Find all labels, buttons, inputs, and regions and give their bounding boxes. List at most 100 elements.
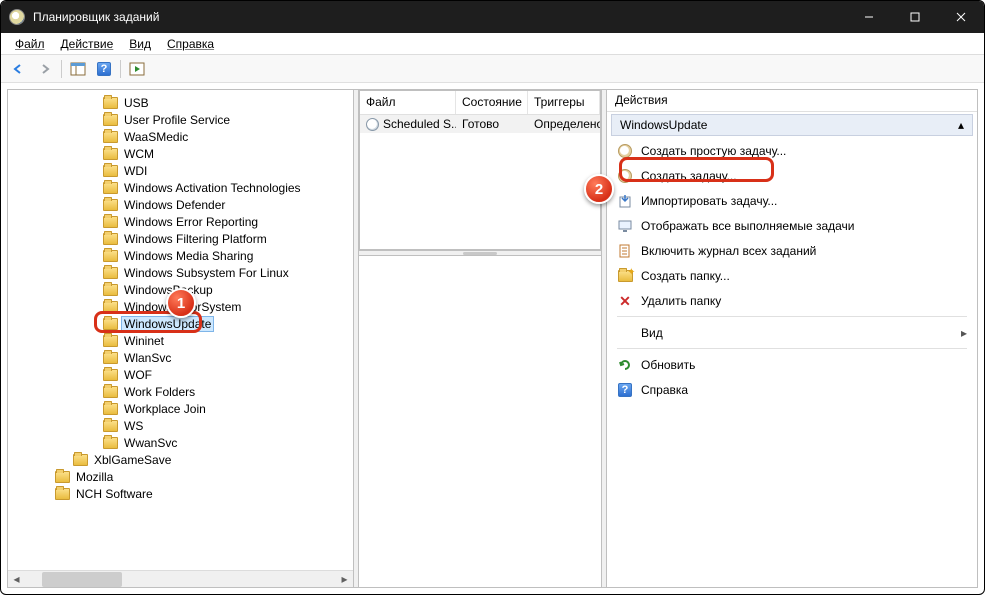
task-grid-body[interactable]: Scheduled S... Готово Определено	[360, 115, 600, 249]
tree-item[interactable]: Windows Activation Technologies	[103, 179, 353, 196]
action-label: Справка	[641, 383, 688, 397]
tree-item[interactable]: WS	[103, 417, 353, 434]
tree-scroll[interactable]: USBUser Profile ServiceWaaSMedicWCMWDI Wi…	[8, 90, 353, 570]
window-controls	[846, 1, 984, 33]
task-name: Scheduled S...	[383, 117, 456, 131]
tree-item-label: WindowsBackup	[122, 283, 215, 297]
folder-icon	[103, 233, 118, 245]
action-enable-log[interactable]: Включить журнал всех заданий	[611, 238, 973, 263]
tree-item-label: XblGameSave	[92, 453, 173, 467]
tree-item[interactable]: Windows Defender	[103, 196, 353, 213]
tree-item-label: Wininet	[122, 334, 166, 348]
tree-item[interactable]: NCH Software	[55, 485, 353, 502]
back-button[interactable]	[7, 58, 31, 80]
minimize-button[interactable]	[846, 1, 892, 33]
tree-item[interactable]: Windows Subsystem For Linux	[103, 264, 353, 281]
tree-item[interactable]: Mozilla	[55, 468, 353, 485]
folder-icon	[73, 454, 88, 466]
actions-context-bar[interactable]: WindowsUpdate ▴	[611, 114, 973, 136]
display-icon	[617, 218, 633, 234]
splitter-horizontal[interactable]	[359, 250, 601, 256]
folder-icon	[103, 250, 118, 262]
scroll-thumb[interactable]	[42, 572, 122, 587]
folder-icon	[103, 369, 118, 381]
menu-file[interactable]: Файл	[7, 35, 53, 53]
tree-item[interactable]: Windows Filtering Platform	[103, 230, 353, 247]
task-state: Готово	[456, 116, 528, 132]
col-state[interactable]: Состояние	[456, 91, 528, 114]
task-grid-header: Файл Состояние Триггеры	[360, 91, 600, 115]
tree-item[interactable]: Windows Error Reporting	[103, 213, 353, 230]
tree-item[interactable]: WaaSMedic	[103, 128, 353, 145]
close-button[interactable]	[938, 1, 984, 33]
action-create-task[interactable]: Создать задачу...	[611, 163, 973, 188]
folder-icon	[103, 267, 118, 279]
titlebar: Планировщик заданий	[1, 1, 984, 33]
toolbar-separator	[120, 60, 121, 78]
tree-item[interactable]: WCM	[103, 145, 353, 162]
maximize-button[interactable]	[892, 1, 938, 33]
separator	[617, 316, 967, 317]
tree-item-label: Windows Filtering Platform	[122, 232, 269, 246]
app-icon	[9, 9, 25, 25]
action-show-running[interactable]: Отображать все выполняемые задачи	[611, 213, 973, 238]
collapse-icon: ▴	[958, 118, 964, 132]
tree-item[interactable]: WOF	[103, 366, 353, 383]
scroll-left-arrow-icon: ◂	[8, 571, 25, 588]
tree-item[interactable]: Workplace Join	[103, 400, 353, 417]
folder-icon	[103, 114, 118, 126]
menu-view[interactable]: Вид	[121, 35, 159, 53]
help-button[interactable]: ?	[92, 58, 116, 80]
tree-item[interactable]: Work Folders	[103, 383, 353, 400]
forward-button[interactable]	[33, 58, 57, 80]
pane-button[interactable]	[66, 58, 90, 80]
separator	[617, 348, 967, 349]
task-basic-icon	[618, 144, 632, 158]
tree-item[interactable]: WwanSvc	[103, 434, 353, 451]
menubar: Файл Действие Вид Справка	[1, 33, 984, 55]
action-help[interactable]: ? Справка	[611, 377, 973, 402]
action-new-folder[interactable]: ✦ Создать папку...	[611, 263, 973, 288]
tree-item[interactable]: WindowsColorSystem	[103, 298, 353, 315]
tree-item[interactable]: WDI	[103, 162, 353, 179]
tree-item-label: Work Folders	[122, 385, 197, 399]
tree-item-label: WS	[122, 419, 145, 433]
tree-item[interactable]: WindowsUpdate	[103, 315, 353, 332]
col-trigger[interactable]: Триггеры	[528, 91, 600, 114]
tree-horizontal-scrollbar[interactable]: ◂ ▸	[8, 570, 353, 587]
action-label: Вид	[641, 326, 663, 340]
run-button[interactable]	[125, 58, 149, 80]
scroll-right-arrow-icon: ▸	[336, 571, 353, 588]
window-title: Планировщик заданий	[33, 10, 159, 24]
action-label: Создать простую задачу...	[641, 144, 786, 158]
folder-icon	[103, 182, 118, 194]
col-file[interactable]: Файл	[360, 91, 456, 114]
tree-item-label: Windows Activation Technologies	[122, 181, 303, 195]
folder-icon	[103, 437, 118, 449]
action-label: Создать папку...	[641, 269, 730, 283]
tree-item[interactable]: User Profile Service	[103, 111, 353, 128]
tree-item[interactable]: Windows Media Sharing	[103, 247, 353, 264]
task-trigger: Определено	[528, 116, 600, 132]
table-row[interactable]: Scheduled S... Готово Определено	[360, 115, 600, 133]
action-refresh[interactable]: Обновить	[611, 352, 973, 377]
tree-item-label: Windows Media Sharing	[122, 249, 255, 263]
action-import-task[interactable]: Импортировать задачу...	[611, 188, 973, 213]
tree-item[interactable]: WlanSvc	[103, 349, 353, 366]
tree-item[interactable]: Wininet	[103, 332, 353, 349]
menu-action[interactable]: Действие	[53, 35, 122, 53]
action-view-submenu[interactable]: Вид ▸	[611, 320, 973, 345]
action-delete-folder[interactable]: ✕ Удалить папку	[611, 288, 973, 313]
action-create-basic-task[interactable]: Создать простую задачу...	[611, 138, 973, 163]
tree-item[interactable]: XblGameSave	[73, 451, 353, 468]
toolbar: ?	[1, 55, 984, 83]
menu-help[interactable]: Справка	[159, 35, 222, 53]
help-icon: ?	[97, 62, 111, 76]
action-label: Отображать все выполняемые задачи	[641, 219, 855, 233]
tree-item[interactable]: USB	[103, 94, 353, 111]
folder-icon	[103, 97, 118, 109]
folder-icon	[103, 386, 118, 398]
actions-header: Действия	[607, 90, 977, 112]
tree-item[interactable]: WindowsBackup	[103, 281, 353, 298]
folder-icon	[103, 165, 118, 177]
